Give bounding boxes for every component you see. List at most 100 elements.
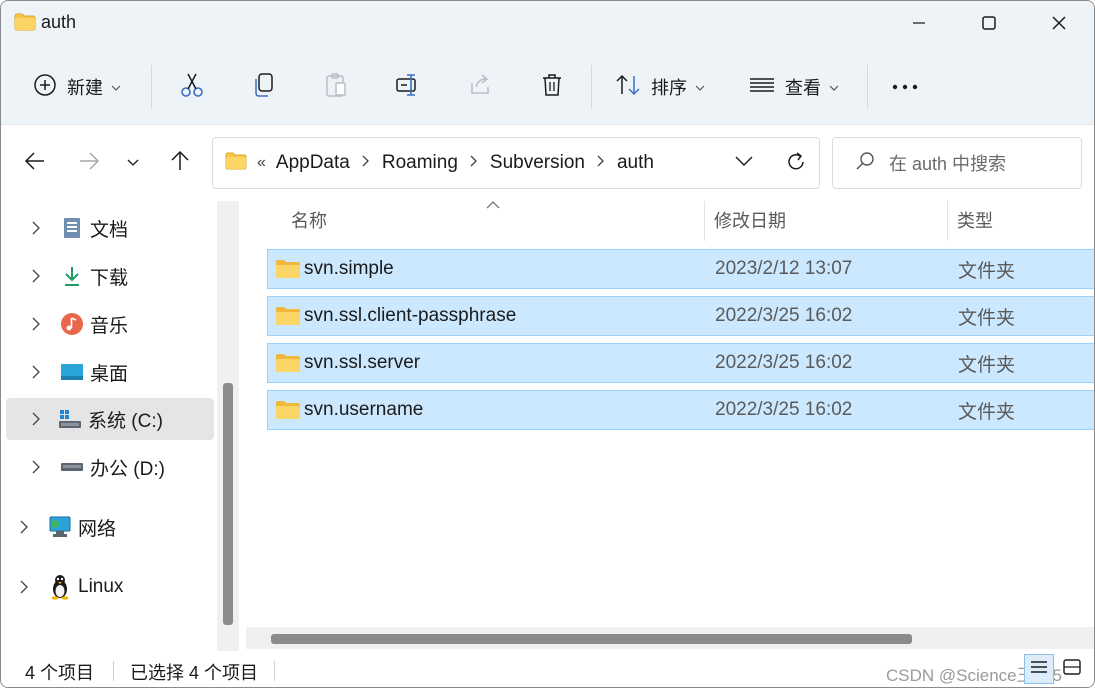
share-icon xyxy=(468,73,492,102)
recent-locations-button[interactable] xyxy=(117,147,149,179)
sort-icon xyxy=(615,73,641,102)
close-button[interactable] xyxy=(1024,1,1094,45)
column-divider[interactable] xyxy=(704,201,705,241)
file-row[interactable]: svn.ssl.client-passphrase 2022/3/25 16:0… xyxy=(267,296,1094,336)
title-bar[interactable]: auth xyxy=(1,1,1094,45)
arrow-left-icon xyxy=(24,151,46,176)
copy-button[interactable] xyxy=(249,67,279,107)
sidebar-item-network[interactable]: 网络 xyxy=(14,506,222,548)
file-modified: 2022/3/25 16:02 xyxy=(715,305,853,326)
rename-button[interactable] xyxy=(393,67,423,107)
details-view-button[interactable] xyxy=(1024,654,1054,684)
chevron-right-icon[interactable] xyxy=(26,269,46,283)
copy-icon xyxy=(253,72,275,103)
breadcrumb-overflow[interactable]: « xyxy=(257,154,266,172)
sort-ascending-icon xyxy=(486,197,500,215)
file-name: svn.ssl.server xyxy=(304,352,421,373)
view-list-icon xyxy=(749,75,775,100)
chevron-right-icon[interactable] xyxy=(26,460,46,474)
sidebar-item-linux[interactable]: Linux xyxy=(14,566,222,608)
cut-button[interactable] xyxy=(177,67,207,107)
linux-icon xyxy=(48,575,72,600)
file-explorer-window: auth 新建 排序 查看 « AppData Roaming Subversi… xyxy=(0,0,1095,688)
documents-icon xyxy=(60,216,84,240)
search-box[interactable]: 在 auth 中搜索 xyxy=(832,137,1082,189)
sort-label: 排序 xyxy=(651,78,687,98)
sidebar-item-music[interactable]: 音乐 xyxy=(26,303,234,345)
toolbar-divider xyxy=(591,65,592,109)
chevron-right-icon[interactable] xyxy=(362,154,370,172)
chevron-right-icon[interactable] xyxy=(470,154,478,172)
breadcrumb-roaming[interactable]: Roaming xyxy=(382,152,458,174)
chevron-right-icon[interactable] xyxy=(26,317,46,331)
file-row[interactable]: svn.simple 2023/2/12 13:07 文件夹 xyxy=(267,249,1094,289)
address-bar[interactable]: « AppData Roaming Subversion auth xyxy=(212,137,820,189)
forward-button[interactable] xyxy=(73,147,105,179)
refresh-icon[interactable] xyxy=(785,151,807,178)
sidebar-item-label: 桌面 xyxy=(90,363,129,385)
chevron-down-icon xyxy=(127,154,139,172)
column-header-type[interactable]: 类型 xyxy=(957,207,993,233)
drive-icon xyxy=(60,455,84,479)
up-button[interactable] xyxy=(164,147,196,179)
more-options-button[interactable] xyxy=(889,67,921,107)
breadcrumb-auth[interactable]: auth xyxy=(617,152,654,174)
status-divider xyxy=(113,661,114,681)
minimize-button[interactable] xyxy=(884,1,954,45)
chevron-down-icon xyxy=(111,78,121,96)
maximize-button[interactable] xyxy=(954,1,1024,45)
sort-button[interactable]: 排序 xyxy=(615,67,705,107)
sidebar-item-system-drive[interactable]: 系统 (C:) xyxy=(6,398,214,440)
file-row[interactable]: svn.ssl.server 2022/3/25 16:02 文件夹 xyxy=(267,343,1094,383)
rename-icon xyxy=(395,73,421,102)
more-icon xyxy=(891,78,919,96)
toolbar-divider xyxy=(151,65,152,109)
file-type: 文件夹 xyxy=(958,401,1016,423)
folder-icon xyxy=(275,306,301,326)
status-bar: 4 个项目 已选择 4 个项目 CSDN @Science王125 xyxy=(1,651,1094,687)
network-icon xyxy=(48,515,72,539)
file-modified: 2023/2/12 13:07 xyxy=(715,258,853,279)
sidebar-item-label: 系统 (C:) xyxy=(88,410,163,432)
back-button[interactable] xyxy=(19,147,51,179)
tiles-view-button[interactable] xyxy=(1057,654,1087,684)
sidebar-item-documents[interactable]: 文档 xyxy=(26,207,234,249)
horizontal-scrollbar-thumb[interactable] xyxy=(271,634,912,644)
delete-button[interactable] xyxy=(537,67,567,107)
folder-icon xyxy=(14,13,36,36)
address-history-icon[interactable] xyxy=(735,154,753,172)
breadcrumb-subversion[interactable]: Subversion xyxy=(490,152,585,174)
file-name: svn.username xyxy=(304,399,424,420)
trash-icon xyxy=(540,72,564,103)
column-divider[interactable] xyxy=(947,201,948,241)
chevron-right-icon[interactable] xyxy=(26,412,46,426)
file-modified: 2022/3/25 16:02 xyxy=(715,399,853,420)
sidebar-scrollbar-thumb[interactable] xyxy=(223,383,233,625)
search-icon xyxy=(855,151,875,176)
breadcrumb-appdata[interactable]: AppData xyxy=(276,152,350,174)
chevron-right-icon[interactable] xyxy=(597,154,605,172)
paste-button[interactable] xyxy=(321,67,351,107)
search-input[interactable]: 在 auth 中搜索 xyxy=(889,150,1006,176)
system-drive-icon xyxy=(58,407,82,431)
share-button[interactable] xyxy=(465,67,495,107)
chevron-right-icon[interactable] xyxy=(14,580,34,594)
chevron-right-icon[interactable] xyxy=(26,221,46,235)
downloads-icon xyxy=(60,264,84,288)
sidebar-item-label: Linux xyxy=(78,576,124,597)
sidebar-item-downloads[interactable]: 下载 xyxy=(26,255,234,297)
chevron-right-icon[interactable] xyxy=(26,365,46,379)
sidebar-item-desktop[interactable]: 桌面 xyxy=(26,351,234,393)
chevron-right-icon[interactable] xyxy=(14,520,34,534)
sidebar-item-label: 网络 xyxy=(78,518,117,540)
file-type: 文件夹 xyxy=(958,354,1016,376)
plus-circle-icon xyxy=(33,73,57,102)
folder-icon xyxy=(275,400,301,420)
view-button[interactable]: 查看 xyxy=(749,67,839,107)
file-row[interactable]: svn.username 2022/3/25 16:02 文件夹 xyxy=(267,390,1094,430)
column-header-modified[interactable]: 修改日期 xyxy=(714,207,786,233)
column-header-name[interactable]: 名称 xyxy=(291,207,327,233)
toolbar-divider xyxy=(867,65,868,109)
new-button[interactable]: 新建 xyxy=(33,67,121,107)
sidebar-item-office-drive[interactable]: 办公 (D:) xyxy=(26,446,234,488)
